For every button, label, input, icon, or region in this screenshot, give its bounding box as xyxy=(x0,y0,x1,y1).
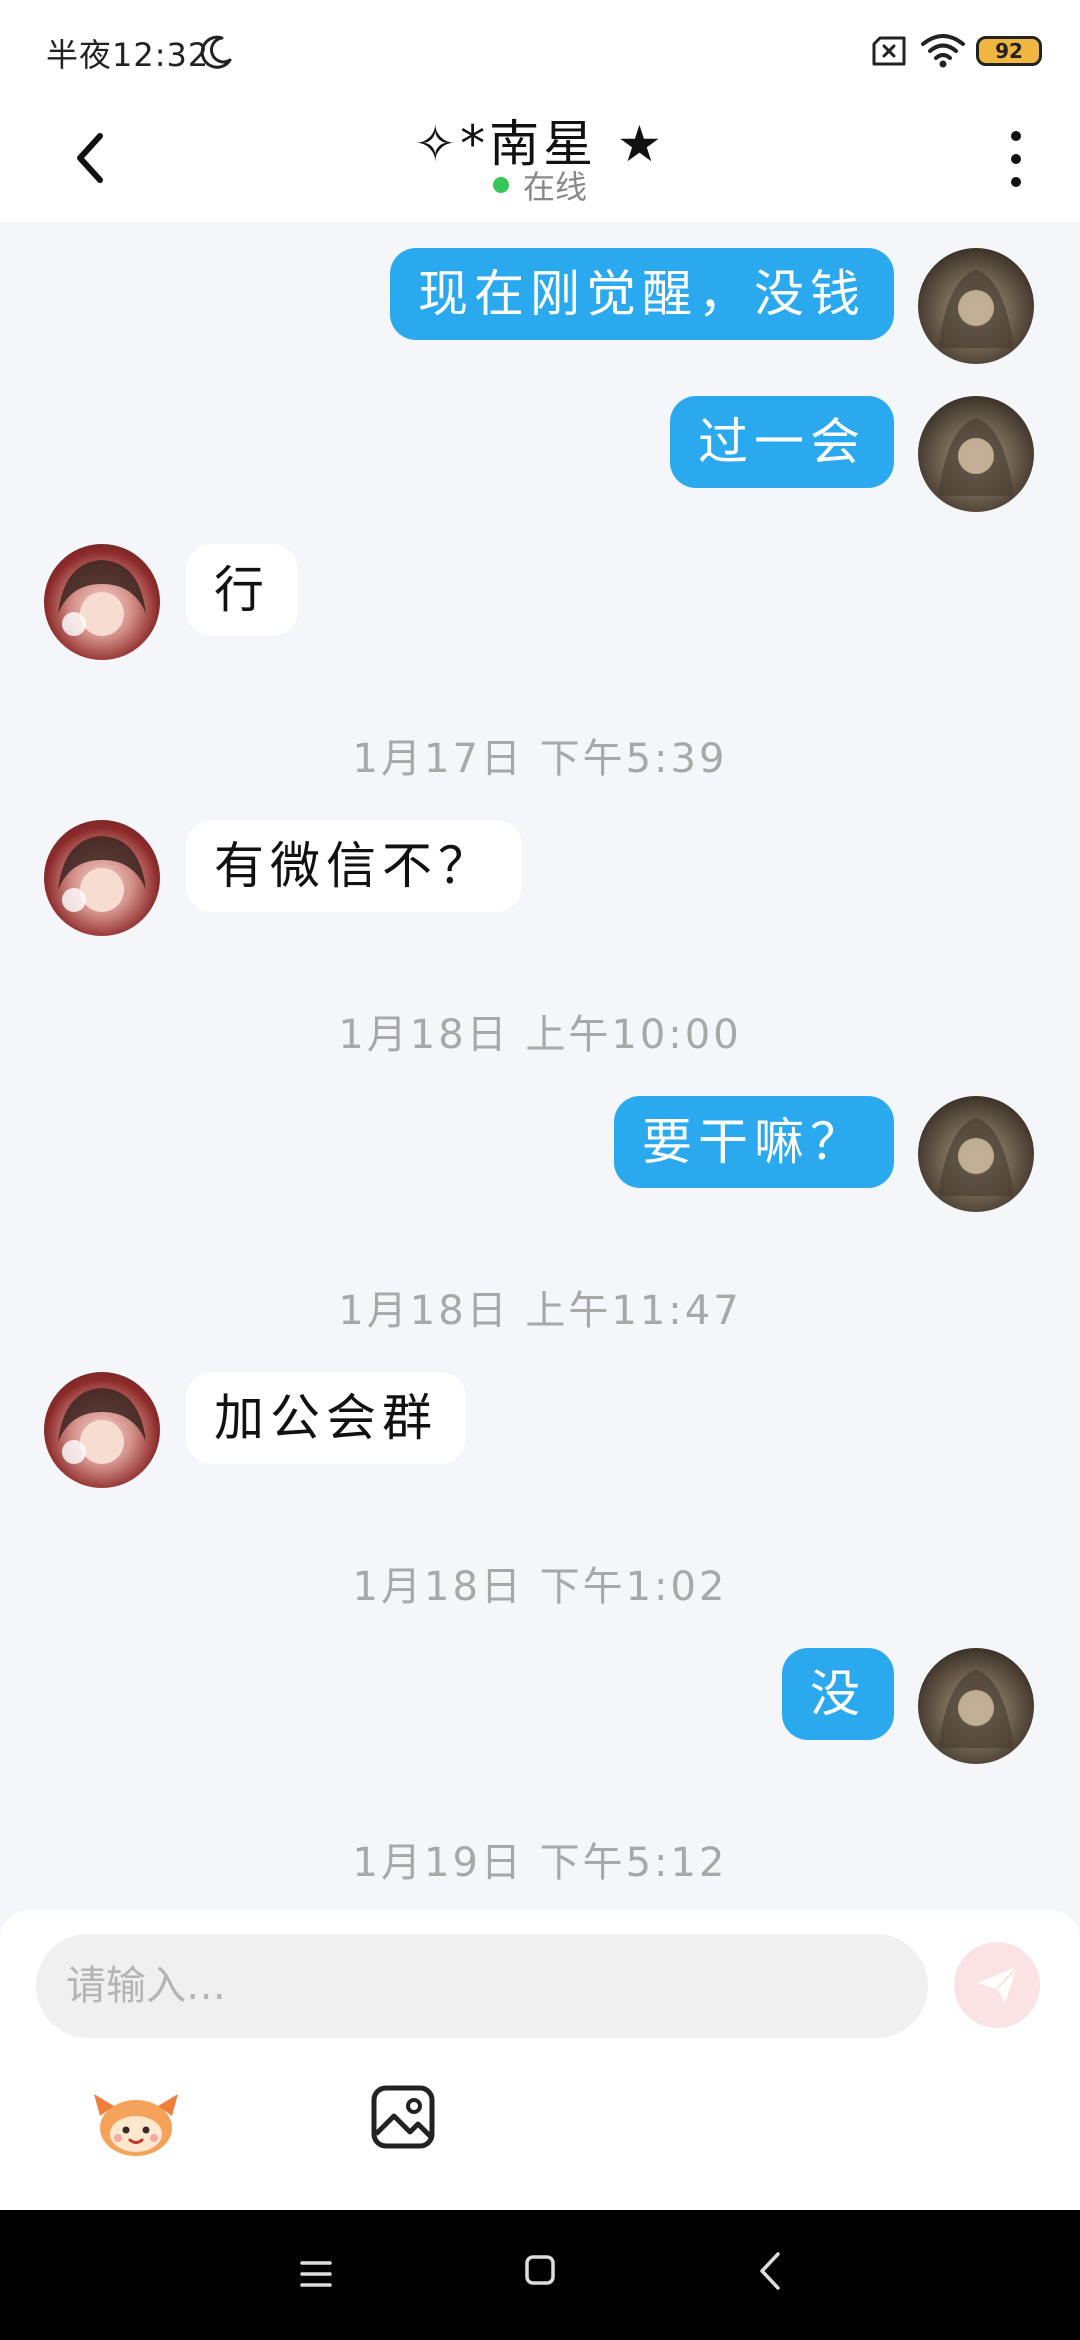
battery-indicator: 92 xyxy=(976,36,1042,66)
self-avatar[interactable] xyxy=(918,248,1034,364)
system-nav-bar xyxy=(0,2210,1080,2340)
online-dot-icon xyxy=(492,177,509,193)
status-bar: 半夜12:32 92 xyxy=(0,0,1080,100)
self-avatar[interactable] xyxy=(918,1648,1034,1764)
wifi-icon xyxy=(921,34,965,68)
message-list[interactable]: 现在刚觉醒，没钱 过一会 行 1月17日 下午5:39 有微信不？ 1月18日 … xyxy=(0,222,1080,1910)
contact-avatar[interactable] xyxy=(44,544,160,660)
message-bubble-outgoing[interactable]: 现在刚觉醒，没钱 xyxy=(390,248,894,340)
self-avatar[interactable] xyxy=(918,1096,1034,1212)
self-avatar[interactable] xyxy=(918,396,1034,512)
image-icon[interactable] xyxy=(370,2084,436,2150)
message-bubble-incoming[interactable]: 加公会群 xyxy=(186,1372,466,1464)
battery-level: 92 xyxy=(995,39,1023,63)
message-input[interactable] xyxy=(36,1934,928,2038)
contact-avatar[interactable] xyxy=(44,820,160,936)
message-bubble-outgoing[interactable]: 要干嘛？ xyxy=(614,1096,894,1188)
mascot-emoji-icon[interactable] xyxy=(92,2086,180,2158)
message-timestamp: 1月19日 下午5:12 xyxy=(352,1840,728,1886)
contact-avatar[interactable] xyxy=(44,1372,160,1488)
message-bubble-incoming[interactable]: 有微信不？ xyxy=(186,820,522,912)
online-status: 在线 xyxy=(0,162,1080,208)
back-icon[interactable] xyxy=(758,2250,782,2292)
message-timestamp: 1月18日 上午11:47 xyxy=(338,1288,742,1334)
more-options-icon[interactable] xyxy=(1004,124,1028,194)
message-composer xyxy=(0,1910,1080,2210)
message-timestamp: 1月17日 下午5:39 xyxy=(352,736,728,782)
message-timestamp: 1月18日 下午1:02 xyxy=(352,1564,728,1610)
online-status-text: 在线 xyxy=(522,168,587,206)
message-bubble-outgoing[interactable]: 过一会 xyxy=(670,396,894,488)
send-button[interactable] xyxy=(954,1942,1040,2028)
sim-x-icon xyxy=(872,36,906,66)
menu-icon[interactable] xyxy=(298,2258,334,2290)
message-bubble-incoming[interactable]: 行 xyxy=(186,544,298,636)
message-timestamp: 1月18日 上午10:00 xyxy=(338,1012,742,1058)
message-bubble-outgoing[interactable]: 没 xyxy=(782,1648,894,1740)
chat-header: ✧*南星 ★ 在线 xyxy=(0,100,1080,222)
status-time: 半夜12:32 xyxy=(46,36,210,74)
send-icon xyxy=(977,1966,1018,2003)
moon-icon xyxy=(200,35,232,69)
home-icon[interactable] xyxy=(524,2254,556,2286)
